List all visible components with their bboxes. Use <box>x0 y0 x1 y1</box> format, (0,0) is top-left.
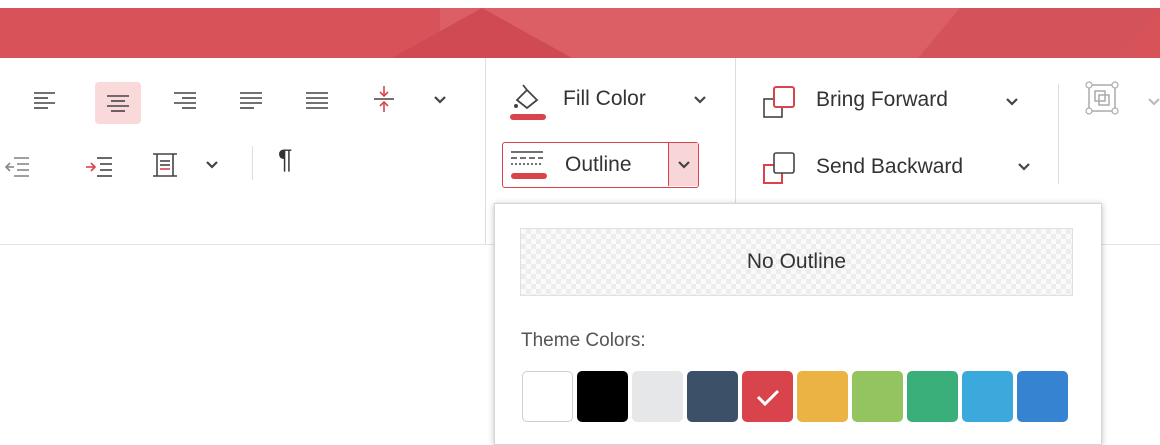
send-backward-label[interactable]: Send Backward <box>816 155 963 179</box>
justify-icon <box>240 92 262 109</box>
line-spacing-dropdown[interactable] <box>204 157 220 173</box>
vertical-align-dropdown[interactable] <box>432 92 448 108</box>
send-backward-icon-button[interactable] <box>760 148 800 188</box>
checkmark-icon <box>756 389 779 406</box>
chevron-down-icon <box>1018 163 1030 171</box>
divider <box>252 146 253 180</box>
decrease-indent-button[interactable] <box>2 149 32 183</box>
outline-label: Outline <box>565 153 632 176</box>
chevron-down-icon <box>694 96 706 104</box>
increase-indent-icon <box>86 157 112 177</box>
align-center-icon <box>107 95 129 112</box>
group-objects-dropdown[interactable] <box>1146 94 1160 110</box>
align-center-button[interactable] <box>95 82 141 124</box>
send-backward-dropdown[interactable] <box>1016 159 1032 175</box>
bring-forward-dropdown[interactable] <box>1004 94 1020 110</box>
divider <box>1058 84 1059 184</box>
chevron-down-icon <box>206 161 218 169</box>
send-backward-icon <box>763 152 795 184</box>
chevron-down-icon <box>1148 98 1160 106</box>
increase-indent-button[interactable] <box>82 149 116 183</box>
align-right-button[interactable] <box>168 83 202 117</box>
paint-bucket-icon <box>510 84 546 120</box>
color-swatch[interactable] <box>687 371 738 422</box>
outline-style-icon <box>511 151 547 179</box>
theme-colors-label: Theme Colors: <box>521 330 646 351</box>
paragraph-mark-button[interactable]: ¶ <box>278 144 293 175</box>
chevron-down-icon <box>434 96 446 104</box>
color-swatch[interactable] <box>907 371 958 422</box>
group-objects-button[interactable] <box>1082 78 1122 118</box>
color-swatch[interactable] <box>577 371 628 422</box>
fill-color-dropdown[interactable] <box>692 92 708 108</box>
fill-color-icon-button[interactable] <box>505 78 549 122</box>
chevron-down-icon <box>1006 98 1018 106</box>
group-divider <box>485 58 486 244</box>
vertical-align-button[interactable] <box>367 82 401 116</box>
align-left-button[interactable] <box>28 83 62 117</box>
color-swatch[interactable] <box>742 371 793 422</box>
distributed-align-icon <box>306 92 328 109</box>
no-outline-button[interactable]: No Outline <box>520 228 1073 296</box>
bring-forward-icon <box>763 86 795 118</box>
line-spacing-button[interactable] <box>148 148 182 182</box>
theme-color-swatches <box>522 371 1068 422</box>
outline-dropdown-toggle[interactable] <box>668 143 698 186</box>
justify-button[interactable] <box>234 83 268 117</box>
color-swatch[interactable] <box>1017 371 1068 422</box>
title-banner <box>0 8 1160 58</box>
decrease-indent-icon <box>4 157 29 177</box>
chevron-down-icon <box>677 160 690 169</box>
bring-forward-icon-button[interactable] <box>760 82 800 122</box>
color-swatch[interactable] <box>797 371 848 422</box>
distributed-button[interactable] <box>300 83 334 117</box>
outline-dropdown-panel: No Outline Theme Colors: <box>494 203 1102 445</box>
text-box-margin-icon <box>153 153 177 177</box>
align-right-icon <box>174 92 196 109</box>
color-swatch[interactable] <box>522 371 573 422</box>
vertical-align-middle-icon <box>374 86 394 112</box>
bring-forward-label[interactable]: Bring Forward <box>816 88 948 112</box>
outline-split-button[interactable]: Outline <box>502 142 699 188</box>
group-objects-icon <box>1085 81 1119 115</box>
fill-color-label[interactable]: Fill Color <box>563 87 646 111</box>
color-swatch[interactable] <box>852 371 903 422</box>
color-swatch[interactable] <box>632 371 683 422</box>
align-left-icon <box>34 92 55 109</box>
color-swatch[interactable] <box>962 371 1013 422</box>
